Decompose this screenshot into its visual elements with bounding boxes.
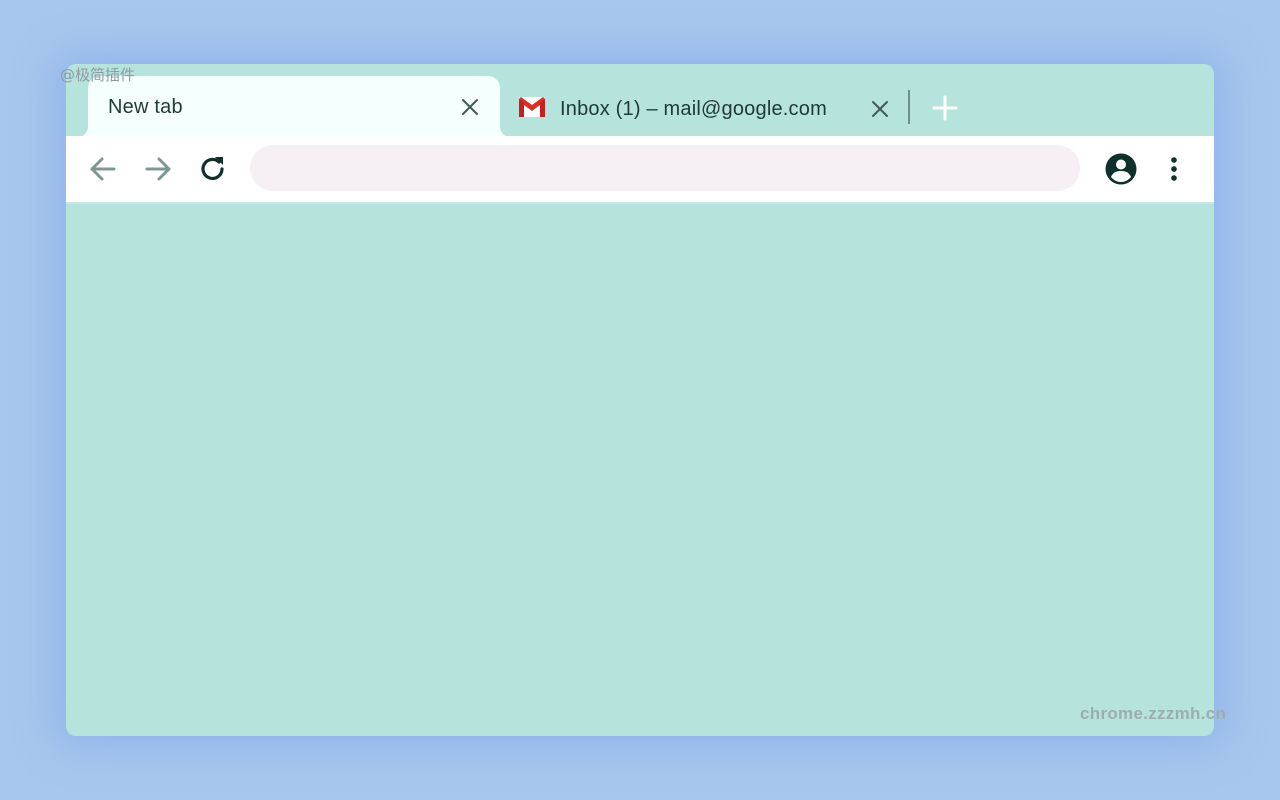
close-icon[interactable] (460, 97, 480, 117)
arrow-right-icon[interactable] (142, 153, 174, 185)
arrow-left-icon[interactable] (87, 153, 119, 185)
tab-strip: New tab Inbox (1) – mail@google.com (66, 64, 1214, 138)
tab-inbox[interactable]: Inbox (1) – mail@google.com (504, 78, 900, 136)
more-vert-icon[interactable] (1160, 153, 1188, 185)
plus-icon[interactable] (932, 95, 958, 121)
tab-new-tab[interactable]: New tab (88, 76, 500, 138)
reload-icon[interactable] (197, 153, 229, 185)
tab-title: New tab (108, 96, 183, 118)
close-icon[interactable] (870, 99, 890, 119)
toolbar (66, 136, 1214, 204)
tab-title: Inbox (1) – mail@google.com (560, 98, 827, 120)
tab-separator (908, 90, 910, 124)
omnibox-input[interactable] (250, 145, 1080, 191)
watermark-top-left: @极简插件 (60, 66, 136, 84)
browser-window: New tab Inbox (1) – mail@google.com (66, 64, 1214, 736)
watermark-bottom-right: chrome.zzzmh.cn (1080, 704, 1227, 723)
account-circle-icon[interactable] (1104, 152, 1138, 186)
page-content[interactable] (66, 204, 1214, 736)
gmail-icon (519, 97, 545, 117)
